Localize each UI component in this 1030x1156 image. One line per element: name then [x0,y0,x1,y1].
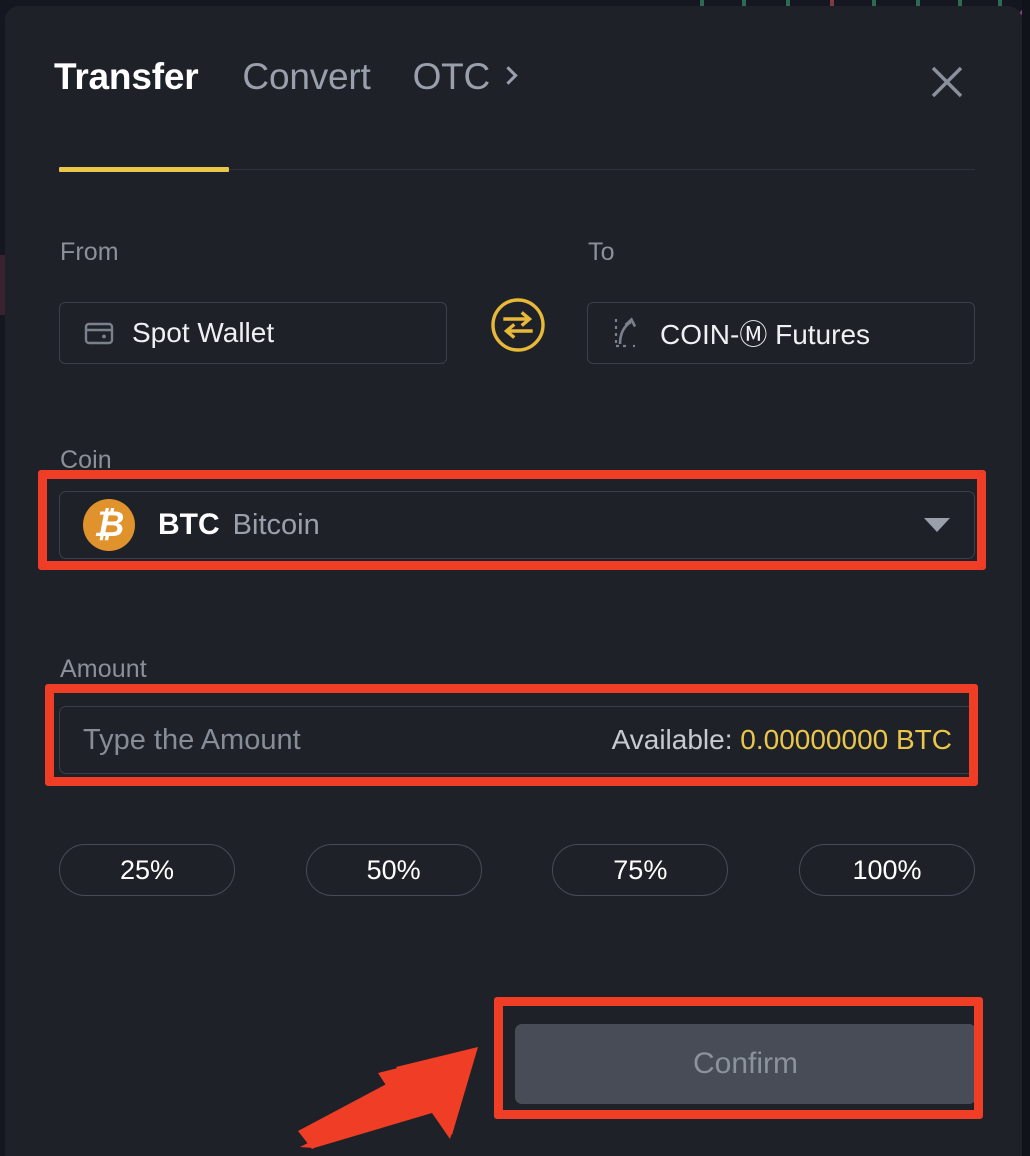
confirm-button[interactable]: Confirm [515,1024,976,1104]
transfer-dialog: Transfer Convert OTC From To Spot Wallet… [5,6,1022,1156]
coin-symbol: BTC [158,508,220,541]
dialog-tabs: Transfer Convert OTC [54,58,557,95]
caret-down-icon[interactable] [924,518,950,532]
close-button[interactable] [921,56,973,108]
available-label: Available: [611,724,733,755]
wallet-icon [84,322,114,345]
to-wallet-select[interactable]: COIN-Ⓜ Futures [587,302,975,364]
bitcoin-icon: ₿ [83,499,135,551]
percent-button-75[interactable]: 75% [552,844,729,896]
amount-input[interactable]: Type the Amount [83,724,301,757]
trending-up-icon [614,317,637,348]
to-wallet-value: COIN-Ⓜ Futures [660,319,871,350]
bitcoin-glyph: ₿ [93,504,125,544]
percent-shortcuts: 25% 50% 75% 100% [59,844,975,896]
percent-button-25[interactable]: 25% [59,844,235,896]
tab-otc-label: OTC [412,56,491,97]
tab-convert[interactable]: Convert [242,58,412,95]
swap-arrows-icon [491,298,545,352]
tab-otc[interactable]: OTC [413,58,558,95]
from-wallet-value: Spot Wallet [132,317,275,348]
coin-selector[interactable]: ₿ BTC Bitcoin [59,491,975,559]
to-label: To [588,238,615,266]
close-icon [931,66,963,98]
chevron-right-icon [499,66,518,85]
amount-label: Amount [60,655,147,683]
screenshot-root: Transfer Convert OTC From To Spot Wallet… [0,0,1030,1156]
available-value: 0.00000000 BTC [740,724,952,755]
coin-name: Bitcoin [232,508,320,541]
from-label: From [60,238,119,266]
active-tab-underline [59,167,229,172]
amount-input-row[interactable]: Type the Amount Available: 0.00000000 BT… [59,706,975,774]
percent-button-100[interactable]: 100% [798,844,975,896]
from-wallet-select[interactable]: Spot Wallet [59,302,447,364]
swap-direction-button[interactable] [490,297,546,353]
percent-button-50[interactable]: 50% [305,844,482,896]
available-balance: Available: 0.00000000 BTC [612,724,952,756]
background-right-strip [1022,0,1030,1156]
tab-transfer[interactable]: Transfer [54,58,242,95]
coin-label: Coin [60,446,112,474]
